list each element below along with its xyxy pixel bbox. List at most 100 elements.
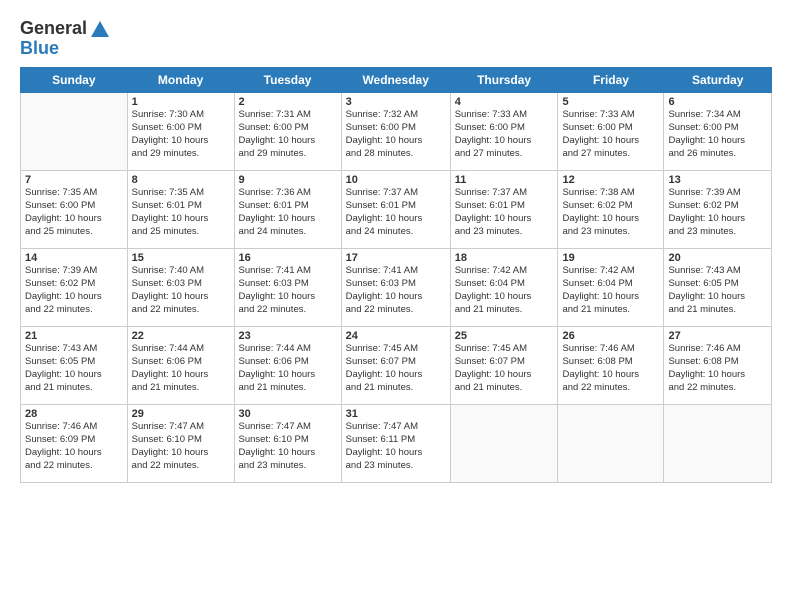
day-number: 16 [239,252,337,264]
calendar-day-cell: 25Sunrise: 7:45 AMSunset: 6:07 PMDayligh… [450,327,558,405]
day-info: Sunrise: 7:38 AMSunset: 6:02 PMDaylight:… [562,187,659,238]
calendar-day-cell: 10Sunrise: 7:37 AMSunset: 6:01 PMDayligh… [341,171,450,249]
day-number: 20 [668,252,767,264]
calendar-day-cell: 13Sunrise: 7:39 AMSunset: 6:02 PMDayligh… [664,171,772,249]
weekday-header-saturday: Saturday [664,68,772,93]
day-info: Sunrise: 7:37 AMSunset: 6:01 PMDaylight:… [346,187,446,238]
day-info: Sunrise: 7:33 AMSunset: 6:00 PMDaylight:… [562,109,659,160]
day-number: 27 [668,330,767,342]
calendar-day-cell: 12Sunrise: 7:38 AMSunset: 6:02 PMDayligh… [558,171,664,249]
day-number: 28 [25,408,123,420]
day-info: Sunrise: 7:35 AMSunset: 6:01 PMDaylight:… [132,187,230,238]
day-number: 25 [455,330,554,342]
calendar-day-cell: 17Sunrise: 7:41 AMSunset: 6:03 PMDayligh… [341,249,450,327]
calendar-week-row: 7Sunrise: 7:35 AMSunset: 6:00 PMDaylight… [21,171,772,249]
day-info: Sunrise: 7:44 AMSunset: 6:06 PMDaylight:… [132,343,230,394]
weekday-header-thursday: Thursday [450,68,558,93]
calendar-day-cell [21,93,128,171]
calendar-day-cell: 23Sunrise: 7:44 AMSunset: 6:06 PMDayligh… [234,327,341,405]
calendar-day-cell [450,405,558,483]
day-info: Sunrise: 7:42 AMSunset: 6:04 PMDaylight:… [455,265,554,316]
day-info: Sunrise: 7:30 AMSunset: 6:00 PMDaylight:… [132,109,230,160]
calendar-day-cell: 4Sunrise: 7:33 AMSunset: 6:00 PMDaylight… [450,93,558,171]
day-info: Sunrise: 7:46 AMSunset: 6:08 PMDaylight:… [562,343,659,394]
day-number: 29 [132,408,230,420]
calendar-day-cell: 1Sunrise: 7:30 AMSunset: 6:00 PMDaylight… [127,93,234,171]
day-number: 5 [562,96,659,108]
day-info: Sunrise: 7:32 AMSunset: 6:00 PMDaylight:… [346,109,446,160]
day-info: Sunrise: 7:45 AMSunset: 6:07 PMDaylight:… [346,343,446,394]
day-info: Sunrise: 7:41 AMSunset: 6:03 PMDaylight:… [239,265,337,316]
calendar-day-cell: 2Sunrise: 7:31 AMSunset: 6:00 PMDaylight… [234,93,341,171]
calendar-day-cell: 19Sunrise: 7:42 AMSunset: 6:04 PMDayligh… [558,249,664,327]
calendar-day-cell: 21Sunrise: 7:43 AMSunset: 6:05 PMDayligh… [21,327,128,405]
day-info: Sunrise: 7:35 AMSunset: 6:00 PMDaylight:… [25,187,123,238]
day-info: Sunrise: 7:40 AMSunset: 6:03 PMDaylight:… [132,265,230,316]
weekday-header-monday: Monday [127,68,234,93]
calendar-day-cell: 14Sunrise: 7:39 AMSunset: 6:02 PMDayligh… [21,249,128,327]
day-info: Sunrise: 7:31 AMSunset: 6:00 PMDaylight:… [239,109,337,160]
logo: General Blue [20,18,110,59]
day-info: Sunrise: 7:39 AMSunset: 6:02 PMDaylight:… [668,187,767,238]
day-info: Sunrise: 7:47 AMSunset: 6:10 PMDaylight:… [132,421,230,472]
day-number: 1 [132,96,230,108]
calendar-week-row: 21Sunrise: 7:43 AMSunset: 6:05 PMDayligh… [21,327,772,405]
day-number: 21 [25,330,123,342]
logo-container: General Blue [20,18,110,59]
calendar-day-cell: 20Sunrise: 7:43 AMSunset: 6:05 PMDayligh… [664,249,772,327]
day-info: Sunrise: 7:43 AMSunset: 6:05 PMDaylight:… [25,343,123,394]
calendar-day-cell: 11Sunrise: 7:37 AMSunset: 6:01 PMDayligh… [450,171,558,249]
day-info: Sunrise: 7:46 AMSunset: 6:09 PMDaylight:… [25,421,123,472]
day-number: 18 [455,252,554,264]
calendar-day-cell: 16Sunrise: 7:41 AMSunset: 6:03 PMDayligh… [234,249,341,327]
day-number: 26 [562,330,659,342]
day-info: Sunrise: 7:37 AMSunset: 6:01 PMDaylight:… [455,187,554,238]
day-number: 24 [346,330,446,342]
day-number: 19 [562,252,659,264]
day-info: Sunrise: 7:46 AMSunset: 6:08 PMDaylight:… [668,343,767,394]
weekday-header-row: SundayMondayTuesdayWednesdayThursdayFrid… [21,68,772,93]
day-number: 10 [346,174,446,186]
logo-blue-text: Blue [20,38,59,60]
logo-general-text: General [20,18,87,40]
day-number: 31 [346,408,446,420]
day-number: 30 [239,408,337,420]
weekday-header-tuesday: Tuesday [234,68,341,93]
calendar-day-cell: 18Sunrise: 7:42 AMSunset: 6:04 PMDayligh… [450,249,558,327]
day-number: 2 [239,96,337,108]
calendar-day-cell: 27Sunrise: 7:46 AMSunset: 6:08 PMDayligh… [664,327,772,405]
logo-triangle-icon [90,20,110,38]
weekday-header-friday: Friday [558,68,664,93]
calendar-day-cell: 31Sunrise: 7:47 AMSunset: 6:11 PMDayligh… [341,405,450,483]
day-info: Sunrise: 7:43 AMSunset: 6:05 PMDaylight:… [668,265,767,316]
day-info: Sunrise: 7:47 AMSunset: 6:10 PMDaylight:… [239,421,337,472]
calendar-day-cell: 22Sunrise: 7:44 AMSunset: 6:06 PMDayligh… [127,327,234,405]
day-number: 7 [25,174,123,186]
day-number: 12 [562,174,659,186]
day-number: 8 [132,174,230,186]
calendar-day-cell: 29Sunrise: 7:47 AMSunset: 6:10 PMDayligh… [127,405,234,483]
calendar-day-cell: 26Sunrise: 7:46 AMSunset: 6:08 PMDayligh… [558,327,664,405]
day-number: 6 [668,96,767,108]
day-number: 22 [132,330,230,342]
calendar-day-cell: 6Sunrise: 7:34 AMSunset: 6:00 PMDaylight… [664,93,772,171]
calendar-day-cell [558,405,664,483]
calendar-week-row: 1Sunrise: 7:30 AMSunset: 6:00 PMDaylight… [21,93,772,171]
day-number: 15 [132,252,230,264]
calendar-day-cell: 30Sunrise: 7:47 AMSunset: 6:10 PMDayligh… [234,405,341,483]
day-info: Sunrise: 7:36 AMSunset: 6:01 PMDaylight:… [239,187,337,238]
day-number: 9 [239,174,337,186]
calendar-day-cell: 5Sunrise: 7:33 AMSunset: 6:00 PMDaylight… [558,93,664,171]
calendar-day-cell: 28Sunrise: 7:46 AMSunset: 6:09 PMDayligh… [21,405,128,483]
weekday-header-sunday: Sunday [21,68,128,93]
calendar-week-row: 14Sunrise: 7:39 AMSunset: 6:02 PMDayligh… [21,249,772,327]
calendar-day-cell: 15Sunrise: 7:40 AMSunset: 6:03 PMDayligh… [127,249,234,327]
day-info: Sunrise: 7:45 AMSunset: 6:07 PMDaylight:… [455,343,554,394]
day-info: Sunrise: 7:33 AMSunset: 6:00 PMDaylight:… [455,109,554,160]
day-info: Sunrise: 7:42 AMSunset: 6:04 PMDaylight:… [562,265,659,316]
day-info: Sunrise: 7:47 AMSunset: 6:11 PMDaylight:… [346,421,446,472]
calendar-day-cell: 7Sunrise: 7:35 AMSunset: 6:00 PMDaylight… [21,171,128,249]
weekday-header-wednesday: Wednesday [341,68,450,93]
day-number: 11 [455,174,554,186]
day-number: 23 [239,330,337,342]
